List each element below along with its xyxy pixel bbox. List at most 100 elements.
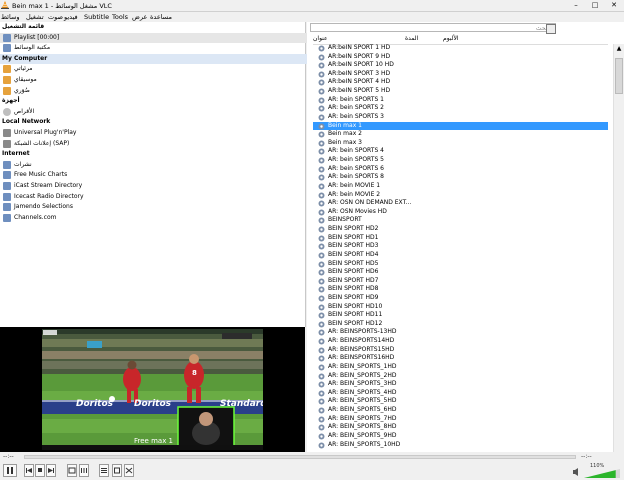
extended-settings-button[interactable] bbox=[79, 464, 89, 477]
playlist-item[interactable]: AR: BEINSPORTS16HD bbox=[313, 354, 608, 363]
pause-button[interactable] bbox=[3, 464, 17, 477]
scrollbar-thumb[interactable] bbox=[615, 58, 623, 94]
playlist-item[interactable]: BEIN SPORT HD11 bbox=[313, 311, 608, 320]
network-stream-icon bbox=[318, 442, 325, 449]
playlist-item[interactable]: AR: BEIN_SPORTS_8HD bbox=[313, 423, 608, 432]
sidebar-item[interactable]: الأقراص bbox=[0, 107, 319, 117]
playlist-item[interactable]: BEIN SPORT HD8 bbox=[313, 285, 608, 294]
playlist-item-title: BEIN SPORT HD10 bbox=[328, 302, 383, 310]
volume-slider[interactable] bbox=[584, 469, 620, 478]
sidebar-item[interactable]: iCast Stream Directory bbox=[0, 181, 319, 191]
playlist-item[interactable]: AR: BEIN_SPORTS_1HD bbox=[313, 363, 608, 372]
sidebar-item[interactable]: Playlist [00:00] bbox=[0, 32, 319, 43]
column-title[interactable]: عنوان bbox=[313, 35, 328, 42]
playlist-item[interactable]: AR: bein MOVIE 2 bbox=[313, 191, 608, 200]
video-output[interactable]: Doritos Doritos Standard 8 Free max 1 bbox=[0, 327, 305, 452]
playlist-view-mode-icon[interactable] bbox=[546, 24, 556, 34]
playlist-item[interactable]: BEIN SPORT HD10 bbox=[313, 303, 608, 312]
sidebar-item[interactable]: مرئياتي bbox=[0, 64, 319, 74]
playlist-search-input[interactable]: البحث bbox=[310, 23, 556, 32]
playlist-item[interactable]: BEINSPORT bbox=[313, 216, 608, 225]
sidebar-item[interactable]: موسيقاي bbox=[0, 75, 319, 85]
playlist-item[interactable]: AR: bein SPORTS 1 bbox=[313, 96, 608, 105]
playlist-item[interactable]: AR: bein SPORTS 5 bbox=[313, 156, 608, 165]
sidebar-item[interactable]: نشرات bbox=[0, 160, 319, 170]
playlist-item[interactable]: AR: BEINSPORTS-13HD bbox=[313, 328, 608, 337]
next-button[interactable] bbox=[46, 464, 56, 477]
playlist-item[interactable]: AR: BEIN_SPORTS_5HD bbox=[313, 397, 608, 406]
playlist-item[interactable]: AR:beIN SPORT 4 HD bbox=[313, 78, 608, 87]
playlist-item[interactable]: Bein max 2 bbox=[313, 130, 608, 139]
playlist-item[interactable]: AR: OSN Movies HD bbox=[313, 208, 608, 217]
playlist-item[interactable]: AR:beIN SPORT 3 HD bbox=[313, 70, 608, 79]
volume-control[interactable]: 110% bbox=[573, 463, 620, 478]
playlist-item[interactable]: BEIN SPORT HD7 bbox=[313, 277, 608, 286]
playlist-item[interactable]: BEIN SPORT HD9 bbox=[313, 294, 608, 303]
playlist-item[interactable]: BEIN SPORT HD1 bbox=[313, 234, 608, 243]
sidebar-item[interactable]: مكتبة الوسائط bbox=[0, 43, 319, 53]
sidebar-item[interactable]: إعلانات الشبكة (SAP) bbox=[0, 139, 319, 149]
playlist-item[interactable]: AR:beIN SPORT 1 HD bbox=[313, 44, 608, 53]
menu-audio[interactable]: صوت bbox=[48, 13, 63, 21]
playlist-item[interactable]: AR:beIN SPORT 5 HD bbox=[313, 87, 608, 96]
playlist-item[interactable]: BEIN SPORT HD5 bbox=[313, 260, 608, 269]
playlist-item[interactable]: BEIN SPORT HD4 bbox=[313, 251, 608, 260]
sidebar-item[interactable]: Universal Plug'n'Play bbox=[0, 128, 319, 138]
sponsor-ad-2: Doritos bbox=[134, 399, 172, 409]
playlist-item[interactable]: AR: BEIN_SPORTS_7HD bbox=[313, 415, 608, 424]
playlist-item[interactable]: AR: BEIN_SPORTS_4HD bbox=[313, 389, 608, 398]
playlist-item[interactable]: BEIN SPORT HD12 bbox=[313, 320, 608, 329]
playlist-item[interactable]: AR: BEINSPORTS14HD bbox=[313, 337, 608, 346]
sidebar-item[interactable]: Channels.com bbox=[0, 213, 319, 223]
playlist-item[interactable]: AR: bein SPORTS 6 bbox=[313, 165, 608, 174]
playlist-item-title: BEIN SPORT HD4 bbox=[328, 250, 379, 258]
stop-icon bbox=[38, 468, 42, 472]
fullscreen-button[interactable] bbox=[67, 464, 77, 477]
stop-button[interactable] bbox=[35, 464, 45, 477]
menu-tools[interactable]: Tools bbox=[112, 13, 128, 21]
column-album[interactable]: الألبوم bbox=[443, 35, 459, 42]
close-button[interactable]: ✕ bbox=[604, 0, 624, 11]
loop-button[interactable] bbox=[112, 464, 122, 477]
playlist-item[interactable]: AR: BEIN_SPORTS_3HD bbox=[313, 380, 608, 389]
playlist-item[interactable]: AR: bein MOVIE 1 bbox=[313, 182, 608, 191]
playlist-item[interactable]: Bein max 3 bbox=[313, 139, 608, 148]
playlist-item[interactable]: AR:beIN SPORT 9 HD bbox=[313, 53, 608, 62]
playlist-item[interactable]: Bein max 1 bbox=[313, 121, 608, 131]
playlist-item[interactable]: AR: OSN ON DEMAND EXT... bbox=[313, 199, 608, 208]
seek-slider[interactable] bbox=[24, 455, 576, 459]
sidebar-item[interactable]: Free Music Charts bbox=[0, 170, 319, 180]
playlist-item[interactable]: BEIN SPORT HD6 bbox=[313, 268, 608, 277]
menu-video[interactable]: فيديو bbox=[64, 13, 78, 21]
playlist-item[interactable]: AR: bein SPORTS 8 bbox=[313, 173, 608, 182]
sidebar-item[interactable]: صُوَري bbox=[0, 86, 319, 96]
sidebar-item[interactable]: Jamendo Selections bbox=[0, 202, 319, 212]
playlist-item[interactable]: AR: bein SPORTS 4 bbox=[313, 147, 608, 156]
playlist-item[interactable]: BEIN SPORT HD3 bbox=[313, 242, 608, 251]
shuffle-button[interactable] bbox=[124, 464, 134, 477]
playlist-item[interactable]: AR: BEINSPORTS15HD bbox=[313, 346, 608, 355]
menu-view[interactable]: عرض bbox=[132, 13, 147, 21]
playlist-item[interactable]: AR: BEIN_SPORTS_6HD bbox=[313, 406, 608, 415]
menu-media[interactable]: وسائط bbox=[1, 13, 20, 21]
sidebar-item[interactable]: Icecast Radio Directory bbox=[0, 192, 319, 202]
previous-button[interactable] bbox=[24, 464, 34, 477]
speaker-icon[interactable] bbox=[572, 467, 581, 477]
menu-subtitle[interactable]: Subtitle bbox=[84, 13, 109, 21]
menu-help[interactable]: مساعدة bbox=[150, 13, 172, 21]
playlist-item[interactable]: BEIN SPORT HD2 bbox=[313, 225, 608, 234]
minimize-button[interactable]: – bbox=[566, 0, 586, 11]
playlist-item[interactable]: AR: BEIN_SPORTS_9HD bbox=[313, 432, 608, 441]
playlist-item[interactable]: AR: BEIN_SPORTS_10HD bbox=[313, 441, 608, 450]
playlist-item[interactable]: AR:beIN SPORT 10 HD bbox=[313, 61, 608, 70]
network-stream-icon bbox=[318, 105, 325, 112]
playlist-toggle-button[interactable] bbox=[99, 464, 109, 477]
playlist-item[interactable]: AR: bein SPORTS 3 bbox=[313, 113, 608, 122]
column-duration[interactable]: المدة bbox=[405, 35, 418, 42]
scroll-up-arrow-icon[interactable]: ▲ bbox=[615, 45, 623, 53]
playlist-scrollbar[interactable]: ▲ bbox=[613, 44, 624, 452]
maximize-button[interactable]: □ bbox=[586, 0, 604, 11]
playlist-item[interactable]: AR: BEIN_SPORTS_2HD bbox=[313, 372, 608, 381]
playlist-item[interactable]: AR: bein SPORTS 2 bbox=[313, 104, 608, 113]
menu-playback[interactable]: تشغيل bbox=[26, 13, 44, 21]
